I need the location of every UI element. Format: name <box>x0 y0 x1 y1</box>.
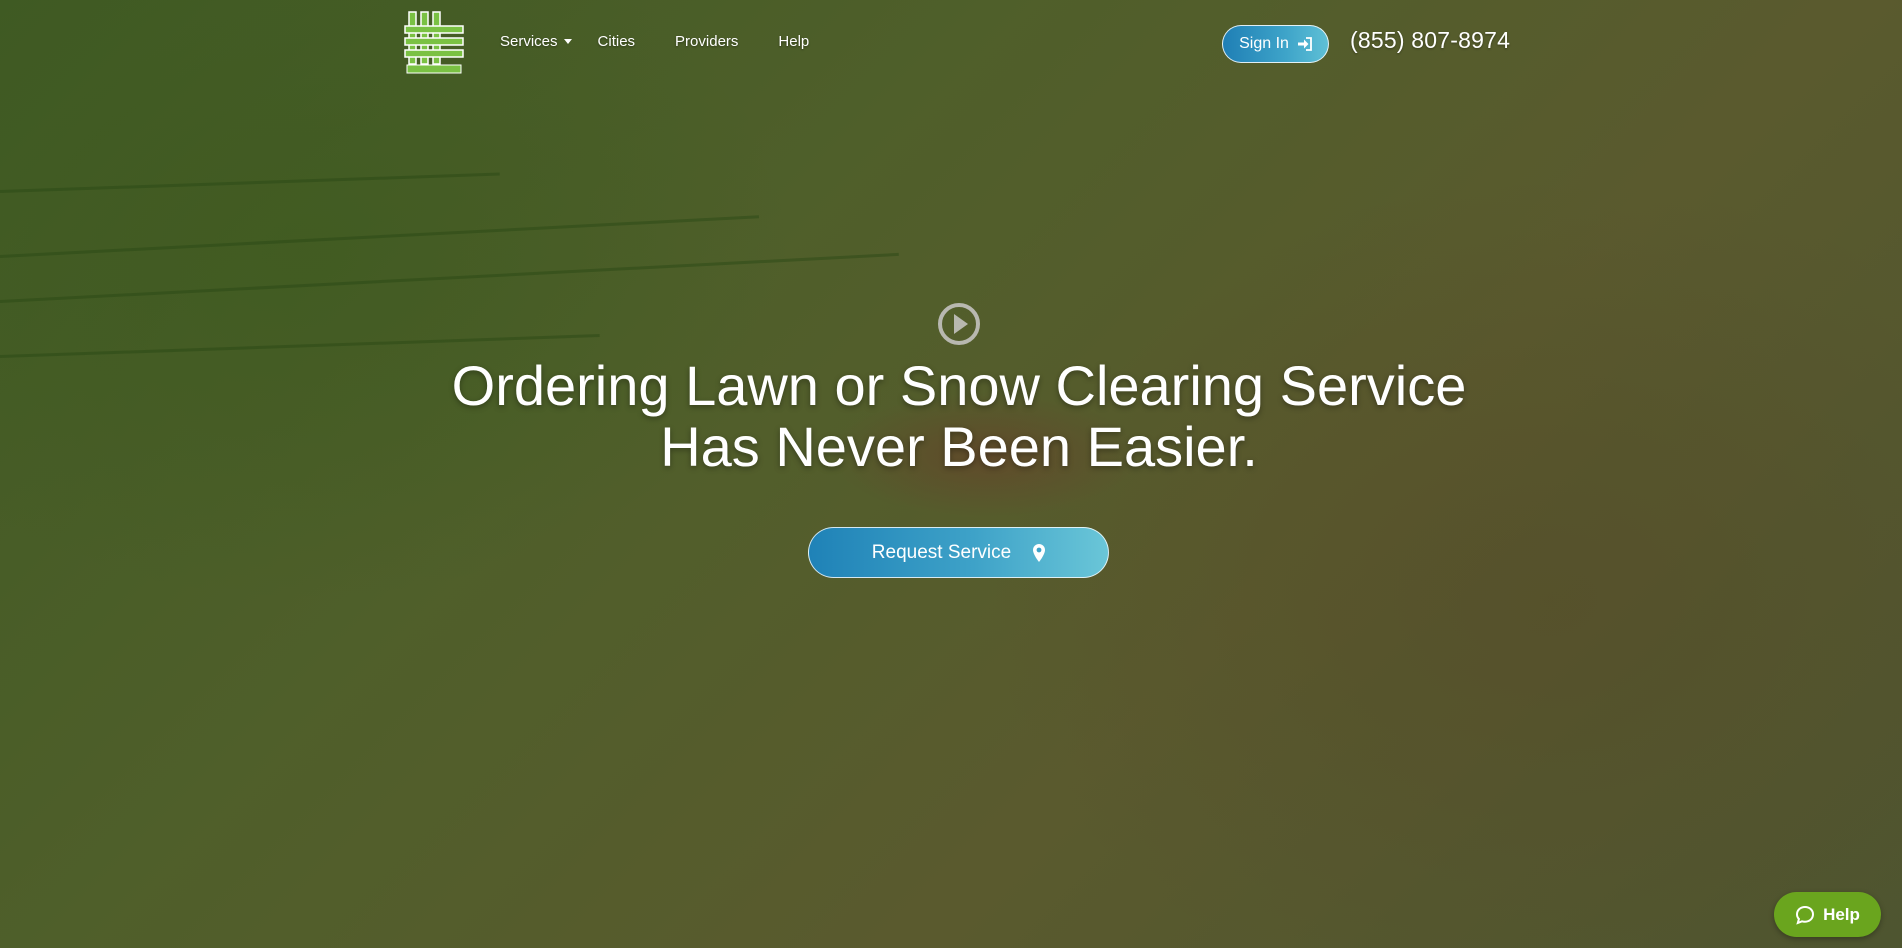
phone-number[interactable]: (855) 807-8974 <box>1350 27 1510 54</box>
nav-services[interactable]: Services <box>500 33 572 50</box>
request-service-label: Request Service <box>871 541 1012 563</box>
nav-help[interactable]: Help <box>778 33 809 50</box>
grass-stripe <box>0 172 500 193</box>
nav-services-label: Services <box>500 33 558 50</box>
nav-help-label: Help <box>778 33 810 50</box>
hero-headline: Ordering Lawn or Snow Clearing Service H… <box>451 354 1467 478</box>
lawnguru-logo[interactable] <box>403 10 465 74</box>
nav-cities-label: Cities <box>597 33 636 50</box>
sign-in-button[interactable]: Sign In <box>1222 25 1329 63</box>
nav-providers-label: Providers <box>675 33 739 50</box>
play-circle-icon[interactable] <box>937 302 981 346</box>
map-pin-icon <box>1033 543 1046 562</box>
caret-down-icon <box>563 39 572 44</box>
nav-providers[interactable]: Providers <box>675 33 738 50</box>
sign-in-icon <box>1297 37 1312 51</box>
grid-logo-icon <box>404 11 464 74</box>
request-service-button[interactable]: Request Service <box>808 527 1109 578</box>
grass-stripe <box>0 215 760 258</box>
chat-bubble-icon <box>1796 905 1815 925</box>
grass-stripe <box>0 252 899 303</box>
nav-cities[interactable]: Cities <box>598 33 636 50</box>
help-chat-label: Help <box>1823 904 1860 924</box>
main-nav: Services Cities Providers Help <box>500 33 809 50</box>
sign-in-label: Sign In <box>1239 35 1289 52</box>
help-chat-button[interactable]: Help <box>1774 892 1881 937</box>
